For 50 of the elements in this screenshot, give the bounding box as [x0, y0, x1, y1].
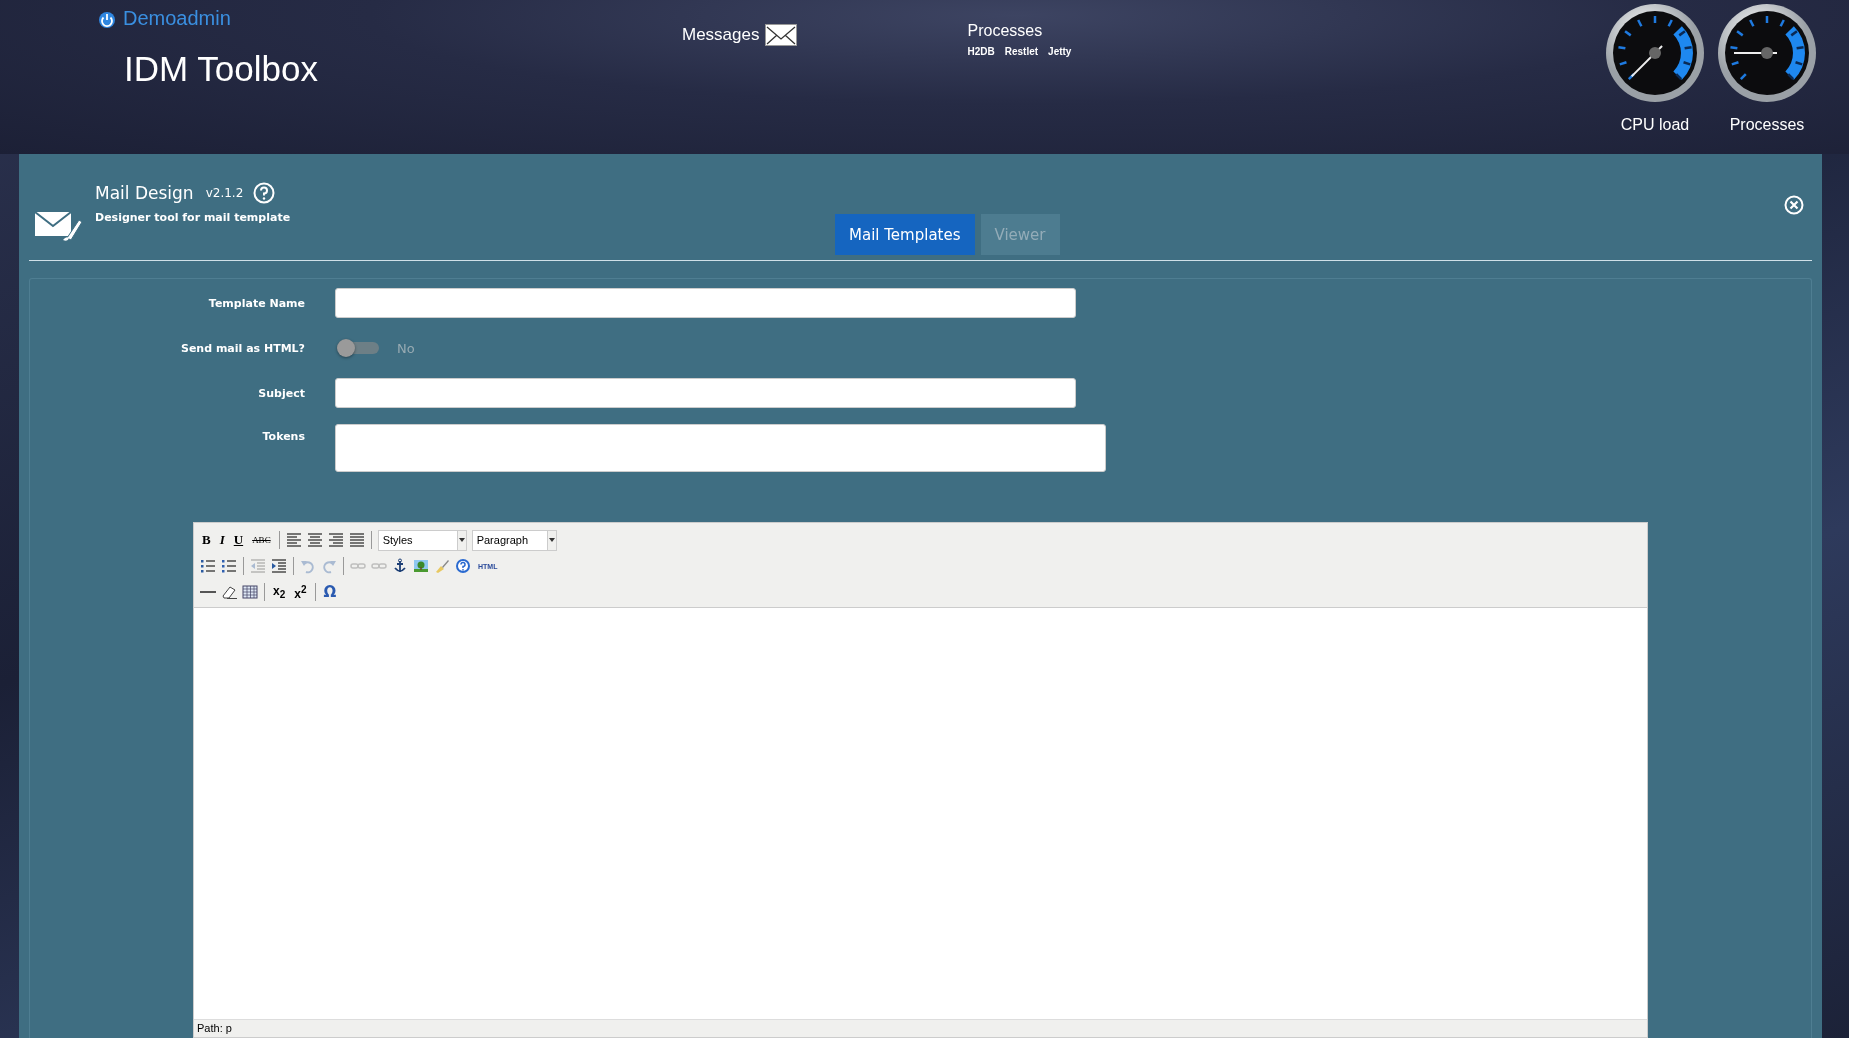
- process-link[interactable]: Jetty: [1048, 46, 1072, 57]
- toggle-state: No: [397, 340, 415, 356]
- italic-button[interactable]: I: [217, 530, 227, 550]
- indent-icon[interactable]: [271, 558, 287, 574]
- text-field[interactable]: [335, 288, 1076, 318]
- special-character-button[interactable]: Ω: [321, 582, 339, 602]
- aligncenter-icon[interactable]: [306, 532, 323, 548]
- version-label: v2.1.2: [205, 186, 244, 200]
- dropdown[interactable]: Paragraph: [471, 529, 557, 551]
- strike-button[interactable]: ABC: [250, 530, 273, 550]
- cleanup-icon[interactable]: [434, 558, 450, 574]
- process-link[interactable]: Restlet: [1004, 46, 1039, 57]
- anchor-icon[interactable]: [392, 558, 408, 574]
- justify-icon[interactable]: [348, 532, 365, 548]
- field-label: Tokens: [261, 429, 305, 443]
- image-icon[interactable]: [413, 558, 429, 574]
- text-field[interactable]: [335, 378, 1076, 408]
- processes-title: Processes: [967, 22, 1044, 40]
- gauge-label: CPU load: [1620, 116, 1690, 134]
- table-icon[interactable]: [242, 584, 258, 600]
- field-label: Subject: [257, 386, 305, 400]
- eraser-icon[interactable]: [221, 584, 237, 600]
- gauge-icon: [1717, 3, 1817, 103]
- element-path: Path: p: [197, 1022, 232, 1034]
- alignleft-icon[interactable]: [285, 532, 302, 548]
- app-title: IDM Toolbox: [124, 49, 318, 89]
- tokens-field[interactable]: [335, 424, 1106, 472]
- help-icon[interactable]: [455, 558, 471, 574]
- superscript-button[interactable]: x$^{2}$: [292, 582, 309, 602]
- tab[interactable]: Mail Templates: [835, 214, 975, 255]
- gauge-icon: [1605, 3, 1705, 103]
- subscript-button[interactable]: x$_{2}$: [271, 582, 288, 602]
- caret-icon: [458, 538, 465, 542]
- field-label: Template Name: [207, 296, 305, 310]
- process-link[interactable]: H2DB: [967, 46, 995, 57]
- dropdown[interactable]: Styles: [377, 529, 467, 551]
- field-label: Send mail as HTML?: [179, 341, 305, 355]
- bold-button[interactable]: B: [200, 530, 213, 550]
- panel-title: Mail Design: [95, 183, 194, 203]
- user-link[interactable]: Demoadmin: [97, 7, 682, 30]
- caret-icon: [548, 538, 555, 542]
- bullets-icon[interactable]: [200, 558, 216, 574]
- panel-subtitle: Designer tool for mail template: [95, 211, 292, 224]
- gauge-label: Processes: [1729, 116, 1805, 134]
- underline-button[interactable]: U: [231, 530, 246, 550]
- alignright-icon[interactable]: [327, 532, 344, 548]
- help-icon[interactable]: [253, 182, 276, 204]
- messages-link[interactable]: Messages: [682, 23, 798, 47]
- envelope-icon: [765, 24, 798, 46]
- close-icon[interactable]: [1784, 195, 1804, 215]
